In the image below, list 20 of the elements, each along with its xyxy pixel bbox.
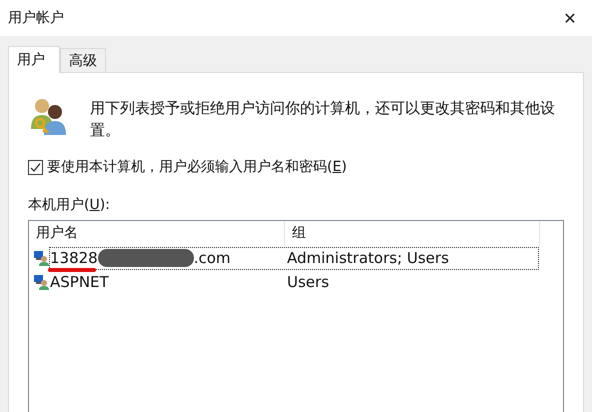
group-cell: Administrators; Users bbox=[287, 249, 449, 267]
column-header[interactable]: 组 bbox=[285, 221, 540, 246]
tab[interactable]: 用户 bbox=[8, 46, 60, 73]
user-computer-icon bbox=[33, 274, 49, 290]
user-name: 13828 bbox=[50, 249, 98, 267]
users-list-label: 本机用户(U): bbox=[28, 196, 111, 214]
underline-mark bbox=[48, 268, 96, 272]
checkbox[interactable] bbox=[28, 160, 43, 174]
close-button[interactable]: ✕ bbox=[548, 0, 592, 36]
user-name: ASPNET bbox=[50, 273, 109, 291]
description-text: 用下列表授予或拒绝用户访问你的计算机，还可以更改其密码和其他设置。 bbox=[90, 98, 556, 141]
column-header[interactable]: 用户名 bbox=[29, 221, 285, 246]
window-title: 用户帐户 bbox=[8, 9, 64, 27]
user-row[interactable]: ASPNET Users bbox=[49, 270, 539, 294]
user-computer-icon bbox=[33, 250, 49, 266]
user-name-suffix: .com bbox=[194, 249, 231, 267]
group-cell: Users bbox=[287, 273, 330, 291]
user-row[interactable]: 13828 .com Administrators; Users bbox=[49, 246, 539, 270]
checkbox-label[interactable]: 要使用本计算机，用户必须输入用户名和密码(E) bbox=[47, 158, 347, 176]
tab[interactable]: 高级 bbox=[60, 48, 106, 72]
